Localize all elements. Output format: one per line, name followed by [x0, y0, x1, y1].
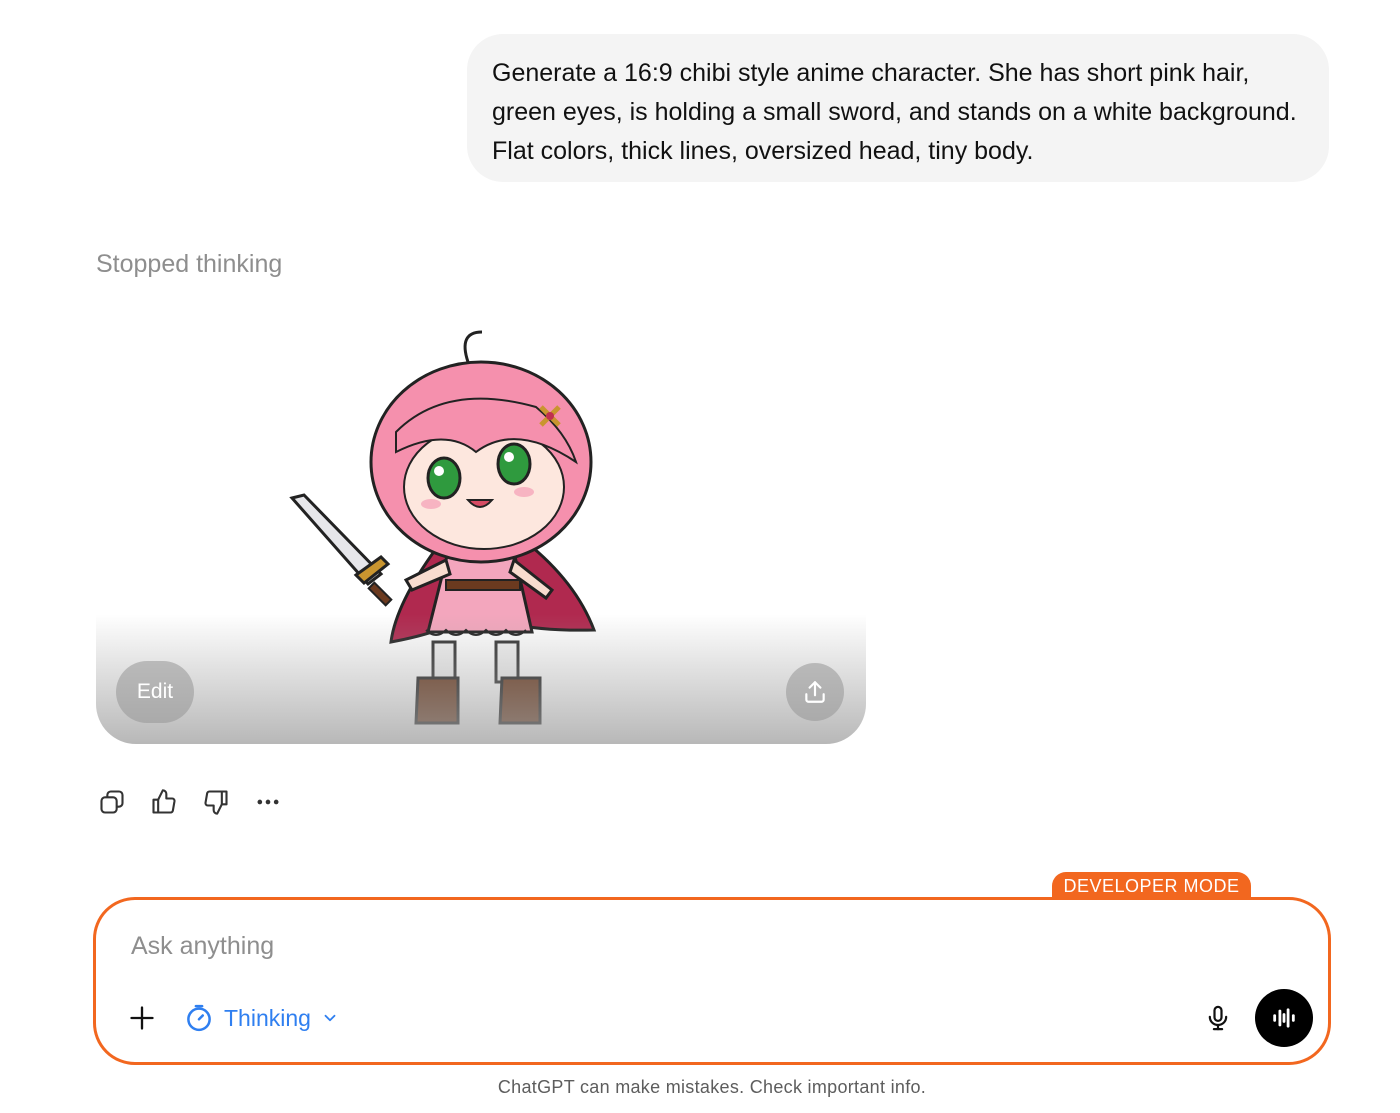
- dislike-button[interactable]: [200, 784, 232, 820]
- more-button[interactable]: [252, 784, 284, 820]
- thinking-status: Stopped thinking: [96, 250, 283, 278]
- edit-image-button[interactable]: Edit: [116, 661, 194, 723]
- user-message-text: Generate a 16:9 chibi style anime charac…: [492, 59, 1297, 165]
- chevron-down-icon: [324, 1014, 336, 1022]
- like-button[interactable]: [148, 784, 180, 820]
- share-upload-icon: [805, 681, 825, 703]
- user-message: Generate a 16:9 chibi style anime charac…: [467, 34, 1329, 182]
- more-icon: [257, 799, 279, 805]
- prompt-input[interactable]: [131, 928, 1131, 964]
- composer: Thinking: [93, 897, 1331, 1065]
- voice-mode-button[interactable]: [1255, 989, 1313, 1047]
- message-actions: [96, 784, 284, 820]
- sword-illustration: [289, 493, 393, 607]
- thumbs-up-icon: [152, 789, 176, 814]
- copy-button[interactable]: [96, 784, 128, 820]
- mode-label: Thinking: [224, 1004, 311, 1031]
- dictate-button[interactable]: [1200, 1000, 1236, 1036]
- image-overlay-gradient: [96, 614, 866, 744]
- developer-mode-badge: DEVELOPER MODE: [1052, 872, 1251, 900]
- microphone-icon: [1208, 1005, 1228, 1031]
- copy-icon: [100, 790, 124, 814]
- model-mode-selector[interactable]: Thinking: [184, 1000, 339, 1036]
- voice-waveform-icon: [1273, 1008, 1295, 1028]
- generated-image-card[interactable]: Edit: [96, 312, 866, 744]
- share-button[interactable]: [786, 663, 844, 721]
- disclaimer-text: ChatGPT can make mistakes. Check importa…: [497, 1077, 927, 1097]
- chat-page: Generate a 16:9 chibi style anime charac…: [0, 0, 1400, 1113]
- plus-icon: [130, 1006, 154, 1030]
- timer-icon: [187, 1004, 211, 1032]
- thumbs-down-icon: [204, 790, 228, 815]
- add-attachment-button[interactable]: [124, 1000, 160, 1036]
